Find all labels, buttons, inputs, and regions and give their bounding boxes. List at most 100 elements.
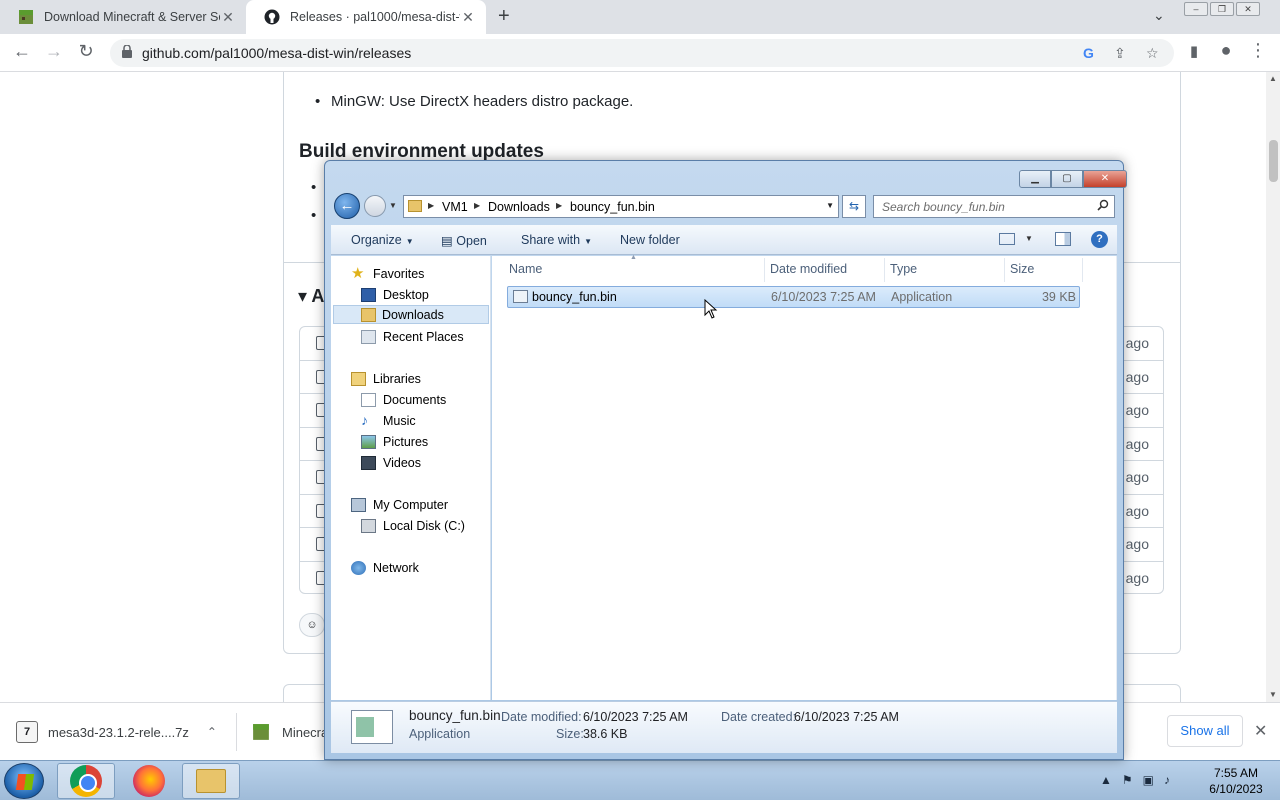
tab-search-icon[interactable]: ⌄ [1153, 7, 1165, 24]
file-date: 6/10/2023 7:25 AM [771, 290, 876, 304]
side-panel-icon[interactable]: ▮ [1182, 42, 1206, 60]
column-divider[interactable] [764, 258, 765, 282]
bullet-dot: • [311, 207, 317, 224]
column-header-name[interactable]: Name [509, 262, 542, 276]
restore-button[interactable]: ❐ [1210, 2, 1234, 16]
share-icon[interactable]: ⇪ [1114, 45, 1126, 62]
back-button[interactable]: ← [334, 193, 360, 219]
firefox-icon [133, 765, 165, 797]
show-hidden-icons-icon[interactable]: ▲ [1100, 773, 1112, 787]
close-window-button[interactable]: ✕ [1236, 2, 1260, 16]
file-size: 39 KB [1041, 290, 1076, 304]
column-header-size[interactable]: Size [1010, 262, 1034, 276]
refresh-button[interactable]: ⇆ [842, 195, 866, 218]
divider [236, 713, 237, 751]
breadcrumb-downloads[interactable]: Downloads [488, 200, 550, 214]
download-filename: Minecra [282, 724, 329, 740]
flag-icon[interactable]: ⚑ [1122, 773, 1133, 787]
share-with-button[interactable]: Share with ▼ [521, 233, 592, 247]
preview-pane-icon[interactable] [1055, 232, 1071, 246]
search-placeholder: Search bouncy_fun.bin [882, 200, 1005, 214]
back-arrow-icon[interactable]: ← [10, 41, 34, 62]
sort-indicator-icon: ▲ [630, 254, 637, 261]
column-header-date[interactable]: Date modified [770, 262, 847, 276]
navigation-pane: ★ Favorites Desktop Downloads Recent Plac… [331, 256, 491, 700]
tab-minecraft[interactable]: Download Minecraft & Server So ✕ [0, 0, 246, 34]
tab-github-releases[interactable]: Releases · pal1000/mesa-dist-win ✕ [246, 0, 486, 34]
pictures-icon [361, 435, 376, 449]
dialog-maximize-button[interactable]: ▢ [1051, 170, 1083, 188]
clock-date: 6/10/2023 [1209, 782, 1263, 796]
details-size: 38.6 KB [583, 727, 628, 741]
open-button[interactable]: ▤ Open [441, 233, 487, 248]
new-folder-button[interactable]: New folder [620, 233, 680, 247]
details-date-modified: 6/10/2023 7:25 AM [583, 710, 688, 724]
clock[interactable]: 7:55 AM 6/10/2023 [1196, 765, 1276, 797]
download-item[interactable]: Minecra [252, 703, 328, 761]
details-date-created-label: Date created: [721, 710, 797, 724]
scroll-up-icon[interactable]: ▲ [1269, 74, 1277, 83]
bookmark-star-icon[interactable]: ☆ [1146, 45, 1159, 62]
column-divider[interactable] [1004, 258, 1005, 282]
music-icon: ♪ [361, 412, 368, 428]
start-button[interactable] [4, 763, 44, 799]
search-icon [1097, 199, 1109, 211]
address-dropdown-icon[interactable]: ▼ [826, 201, 834, 210]
window-controls: – ❐ ✕ [1184, 2, 1262, 16]
recent-pages-dropdown-icon[interactable]: ▼ [389, 201, 397, 210]
column-divider[interactable] [1082, 258, 1083, 282]
file-type: Application [891, 290, 953, 304]
assets-heading[interactable]: ▾ A [298, 286, 324, 307]
forward-arrow-icon[interactable]: → [42, 41, 66, 62]
breadcrumb-file[interactable]: bouncy_fun.bin [570, 200, 655, 214]
network-icon[interactable]: ▣ [1143, 773, 1154, 787]
breadcrumb-arrow-icon[interactable]: ▶ [556, 201, 562, 210]
recent-places-icon [361, 330, 376, 344]
show-all-button[interactable]: Show all [1167, 715, 1243, 747]
documents-icon [361, 393, 376, 407]
menu-kebab-icon[interactable]: ⋮ [1246, 40, 1270, 61]
reaction-button[interactable]: ☺ [299, 613, 325, 637]
open-icon: ▤ [441, 234, 457, 248]
dialog-window-controls: ▁ ▢ ✕ [1019, 170, 1127, 188]
scroll-down-icon[interactable]: ▼ [1269, 690, 1277, 699]
close-tab-icon[interactable]: ✕ [220, 9, 236, 26]
system-tray: ▲ ⚑ ▣ ♪ [1100, 773, 1170, 787]
reload-icon[interactable]: ↻ [74, 41, 98, 62]
file-thumbnail-icon [351, 710, 393, 744]
dialog-minimize-button[interactable]: ▁ [1019, 170, 1051, 188]
divider [1116, 256, 1117, 700]
column-header-type[interactable]: Type [890, 262, 917, 276]
profile-avatar-icon[interactable]: ● [1214, 40, 1238, 61]
help-icon[interactable]: ? [1091, 231, 1108, 248]
file-row[interactable]: bouncy_fun.bin 6/10/2023 7:25 AM Applica… [507, 286, 1080, 308]
download-item[interactable]: 7 mesa3d-23.1.2-rele....7z ⌃ [16, 703, 217, 761]
page-scrollbar[interactable]: ▲ ▼ [1266, 72, 1280, 702]
nav-downloads[interactable]: Downloads [333, 305, 489, 324]
scrollbar-thumb[interactable] [1269, 140, 1278, 182]
address-breadcrumb-bar[interactable]: ▶ VM1 ▶ Downloads ▶ bouncy_fun.bin ▼ [403, 195, 839, 218]
minimize-button[interactable]: – [1184, 2, 1208, 16]
new-tab-button[interactable]: + [498, 5, 510, 28]
search-box[interactable]: Search bouncy_fun.bin [873, 195, 1115, 218]
close-icon[interactable]: ✕ [1254, 721, 1267, 741]
mouse-cursor-icon [704, 299, 718, 319]
release-note-item: MinGW: Use DirectX headers distro packag… [315, 93, 633, 110]
address-bar[interactable]: github.com/pal1000/mesa-dist-win/release… [110, 39, 1174, 67]
change-view-icon[interactable] [999, 233, 1015, 245]
chevron-up-icon[interactable]: ⌃ [207, 725, 217, 739]
details-pane: bouncy_fun.bin Application Date modified… [331, 701, 1117, 753]
breadcrumb-arrow-icon[interactable]: ▶ [428, 201, 434, 210]
details-type: Application [409, 727, 471, 741]
organize-button[interactable]: Organize ▼ [351, 233, 414, 247]
breadcrumb-arrow-icon[interactable]: ▶ [474, 201, 480, 210]
close-tab-icon[interactable]: ✕ [460, 9, 476, 26]
view-options-dropdown-icon[interactable]: ▼ [1025, 234, 1033, 243]
file-name: bouncy_fun.bin [532, 290, 617, 304]
volume-icon[interactable]: ♪ [1164, 773, 1170, 787]
column-divider[interactable] [884, 258, 885, 282]
google-translate-icon[interactable]: G [1083, 45, 1094, 61]
forward-button[interactable] [364, 195, 386, 217]
breadcrumb-vm1[interactable]: VM1 [442, 200, 468, 214]
dialog-close-button[interactable]: ✕ [1083, 170, 1127, 188]
